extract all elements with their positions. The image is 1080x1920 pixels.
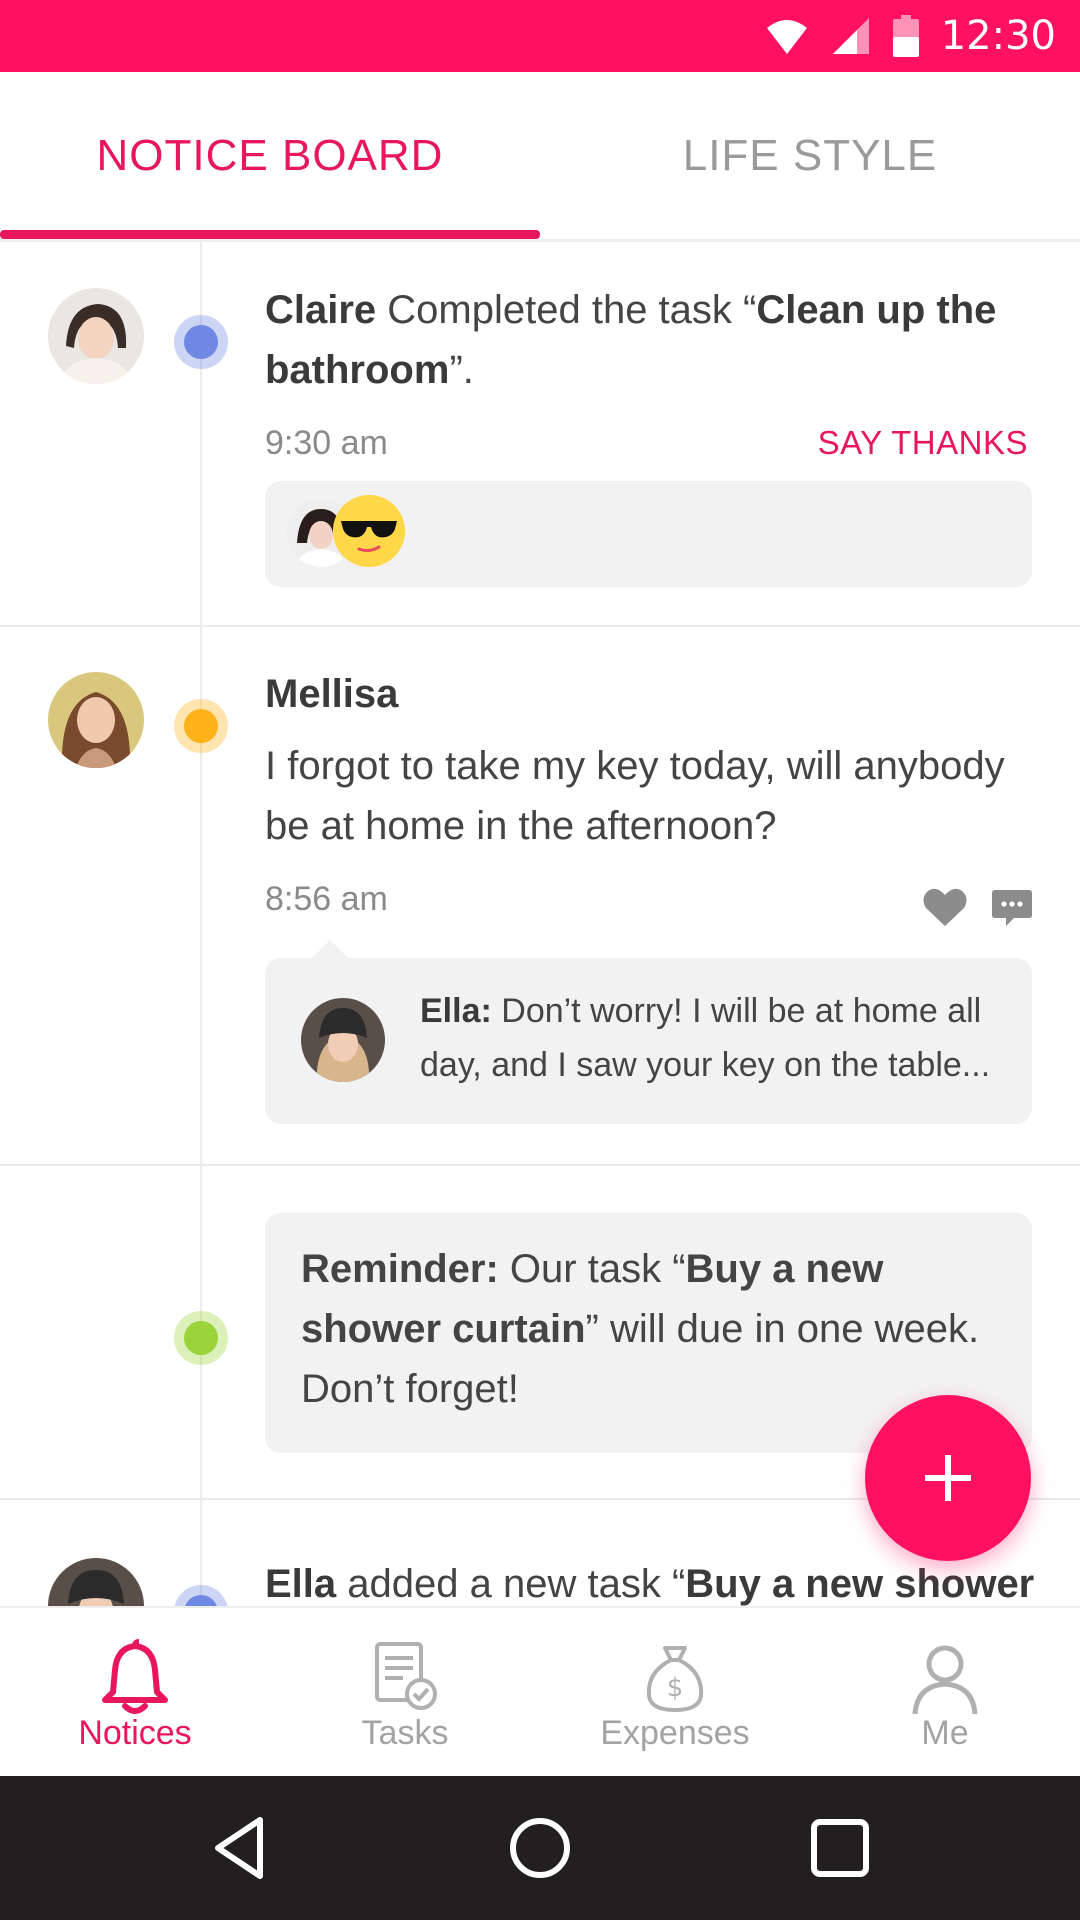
- tab-notice-board[interactable]: NOTICE BOARD: [0, 72, 540, 240]
- item-divider: [0, 1164, 1080, 1166]
- money-bag-icon: $: [646, 1646, 704, 1713]
- svg-text:$: $: [667, 1673, 684, 1703]
- wifi-icon: [766, 20, 807, 54]
- reply-preview[interactable]: Ella: Don’t worry! I will be at home all…: [265, 958, 1032, 1124]
- timestamp: 9:30 am: [265, 424, 388, 462]
- back-icon[interactable]: [204, 1812, 276, 1884]
- avatar-claire[interactable]: [48, 288, 144, 384]
- person-icon: [912, 1645, 978, 1715]
- sunglasses-emoji-icon[interactable]: [333, 495, 405, 567]
- nav-label: Me: [921, 1714, 969, 1752]
- nav-label: Notices: [78, 1714, 192, 1752]
- nav-expenses[interactable]: $ Expenses: [540, 1608, 810, 1778]
- timestamp: 8:56 am: [265, 880, 388, 918]
- reply-pointer: [312, 940, 348, 958]
- tasks-icon: [375, 1642, 437, 1710]
- timeline-dot: [174, 1585, 228, 1606]
- task-added-text: Ella added a new task “Buy a new shower: [265, 1562, 1035, 1606]
- status-time: 12:30: [940, 13, 1056, 59]
- home-icon[interactable]: [504, 1812, 576, 1884]
- tab-bar: NOTICE BOARD LIFE STYLE: [0, 72, 1080, 242]
- item-divider: [0, 625, 1080, 627]
- reply-author: Ella:: [420, 992, 492, 1030]
- reminder-label: Reminder:: [301, 1247, 499, 1291]
- author-name: Ella: [265, 1562, 337, 1606]
- bottom-navigation: Notices Tasks $ Expenses Me: [0, 1606, 1080, 1778]
- timeline-line: [200, 242, 202, 1606]
- battery-icon: [892, 15, 919, 57]
- like-heart-icon[interactable]: [922, 886, 968, 928]
- say-thanks-button[interactable]: SAY THANKS: [818, 424, 1028, 462]
- avatar-ella: [301, 998, 385, 1082]
- signal-icon: [832, 18, 869, 54]
- post-author: Mellisa: [265, 672, 399, 716]
- recents-icon[interactable]: [804, 1812, 876, 1884]
- avatar-ella-small[interactable]: [48, 1558, 144, 1606]
- comment-icon[interactable]: [992, 888, 1032, 928]
- task-completed-text: Claire Completed the task “Clean up the …: [265, 288, 997, 392]
- plus-icon: [925, 1455, 971, 1501]
- timeline-dot: [174, 315, 228, 369]
- nav-tasks[interactable]: Tasks: [270, 1608, 540, 1778]
- status-bar: 12:30: [0, 0, 1080, 72]
- nav-label: Expenses: [600, 1714, 750, 1752]
- system-navigation-bar: [0, 1776, 1080, 1920]
- timeline-dot: [174, 1311, 228, 1365]
- reminder-text: Reminder: Our task “Buy a new shower cur…: [301, 1247, 980, 1411]
- add-notice-button[interactable]: [865, 1395, 1031, 1561]
- bell-icon: [102, 1639, 168, 1714]
- nav-label: Tasks: [361, 1714, 449, 1752]
- nav-notices[interactable]: Notices: [0, 1608, 270, 1778]
- active-tab-indicator: [0, 230, 540, 239]
- author-name: Claire: [265, 288, 377, 332]
- reply-text: Ella: Don’t worry! I will be at home all…: [420, 992, 991, 1084]
- nav-me[interactable]: Me: [810, 1608, 1080, 1778]
- avatar-mellisa[interactable]: [48, 672, 144, 768]
- tab-life-style[interactable]: LIFE STYLE: [540, 72, 1080, 240]
- task-name: Buy a new shower: [685, 1562, 1035, 1606]
- timeline-dot: [174, 699, 228, 753]
- reactions-box: [265, 481, 1032, 587]
- post-message: I forgot to take my key today, will anyb…: [265, 744, 1005, 848]
